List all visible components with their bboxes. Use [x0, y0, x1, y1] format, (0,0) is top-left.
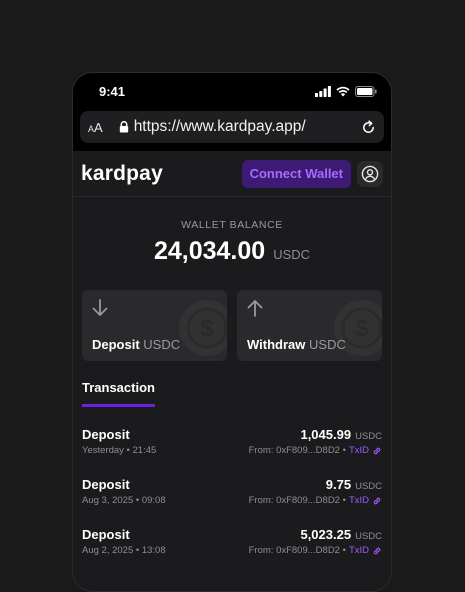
balance-row: 24,034.00 USDC [73, 237, 391, 266]
transaction-info: Deposit Aug 2, 2025 • 13:08 [82, 527, 166, 577]
wallet-balance: WALLET BALANCE 24,034.00 USDC [73, 197, 391, 266]
svg-text:$: $ [200, 315, 214, 342]
balance-amount: 24,034.00 [153, 237, 266, 265]
transaction-details: 1,045.99 USDC From: 0xF809...D8D2 • TxID [249, 427, 382, 477]
transaction-info: Deposit Yesterday • 21:45 [82, 427, 156, 477]
app-header: kardpay Connect Wallet [73, 151, 391, 197]
transaction-amount-line: 1,045.99 USDC [300, 427, 382, 442]
tab-transaction[interactable]: Transaction [82, 380, 155, 407]
transaction-details: 5,023.25 USDC From: 0xF809...D8D2 • TxID [249, 527, 382, 577]
status-icons [315, 85, 377, 97]
header-actions: Connect Wallet [241, 159, 383, 188]
transaction-amount-line: 9.75 USDC [326, 477, 382, 492]
wifi-icon [336, 86, 350, 96]
url-text: https://www.kardpay.app/ [133, 118, 306, 135]
transaction-from: From: 0xF809...D8D2 • [248, 445, 346, 456]
transaction-meta: From: 0xF809...D8D2 • TxID [249, 495, 382, 506]
link-icon[interactable] [372, 496, 382, 506]
profile-button[interactable] [357, 160, 383, 187]
link-icon[interactable] [372, 546, 382, 556]
arrow-up-icon [247, 300, 263, 317]
browser-bar: AA https://www.kardpay.app/ [73, 107, 391, 151]
transaction-unit: USDC [355, 531, 382, 542]
transaction-list: Deposit Yesterday • 21:45 1,045.99 USDC … [73, 427, 391, 577]
svg-text:$: $ [355, 315, 369, 342]
transaction-unit: USDC [355, 431, 382, 442]
deposit-label: Deposit USDC [92, 337, 181, 352]
phone-frame: 9:41 AA https://www.kardpay.app/ kardpay… [72, 72, 392, 592]
transaction-amount-line: 5,023.25 USDC [300, 527, 382, 542]
battery-icon [355, 85, 377, 97]
balance-unit: USDC [273, 247, 311, 262]
transaction-meta: From: 0xF809...D8D2 • TxID [249, 445, 382, 456]
reload-icon[interactable] [361, 119, 376, 135]
text-size-button[interactable]: AA [88, 120, 103, 135]
transaction-row[interactable]: Deposit Aug 2, 2025 • 13:08 5,023.25 USD… [73, 527, 391, 577]
txid-link[interactable]: TxID [349, 495, 369, 506]
status-bar: 9:41 [73, 73, 391, 107]
deposit-button[interactable]: $ Deposit USDC [82, 290, 227, 361]
transaction-unit: USDC [355, 481, 382, 492]
transaction-row[interactable]: Deposit Yesterday • 21:45 1,045.99 USDC … [73, 427, 391, 477]
address-bar[interactable]: AA https://www.kardpay.app/ [80, 111, 384, 143]
transaction-from: From: 0xF809...D8D2 • [248, 545, 346, 556]
withdraw-button[interactable]: $ Withdraw USDC [237, 290, 382, 361]
withdraw-label: Withdraw USDC [247, 337, 346, 352]
transaction-amount: 5,023.25 [300, 527, 352, 542]
txid-link[interactable]: TxID [349, 445, 369, 456]
connect-wallet-button[interactable]: Connect Wallet [241, 159, 351, 188]
transaction-meta: From: 0xF809...D8D2 • TxID [249, 545, 382, 556]
transaction-info: Deposit Aug 3, 2025 • 09:08 [82, 477, 166, 527]
balance-label: WALLET BALANCE [181, 219, 283, 231]
status-time: 9:41 [99, 83, 126, 99]
usdc-coin-icon: $ [179, 300, 227, 356]
transaction-date: Aug 3, 2025 • 09:08 [82, 495, 166, 506]
transaction-type: Deposit [82, 427, 130, 442]
app-logo[interactable]: kardpay [81, 162, 163, 186]
transaction-amount: 9.75 [325, 477, 352, 492]
transaction-type: Deposit [82, 527, 130, 542]
signal-icon [315, 85, 331, 97]
transaction-date: Aug 2, 2025 • 13:08 [82, 545, 166, 556]
txid-link[interactable]: TxID [349, 545, 369, 556]
lock-icon [119, 121, 129, 133]
transaction-amount: 1,045.99 [300, 427, 352, 442]
link-icon[interactable] [372, 446, 382, 456]
transaction-row[interactable]: Deposit Aug 3, 2025 • 09:08 9.75 USDC Fr… [73, 477, 391, 527]
transaction-type: Deposit [82, 477, 130, 492]
transaction-details: 9.75 USDC From: 0xF809...D8D2 • TxID [249, 477, 382, 527]
tab-bar: Transaction [73, 379, 391, 407]
arrow-down-icon [92, 299, 108, 316]
transaction-date: Yesterday • 21:45 [82, 445, 157, 456]
user-icon [361, 165, 379, 182]
action-cards: $ Deposit USDC $ Withdraw USDC [73, 290, 391, 361]
transaction-from: From: 0xF809...D8D2 • [248, 495, 346, 506]
